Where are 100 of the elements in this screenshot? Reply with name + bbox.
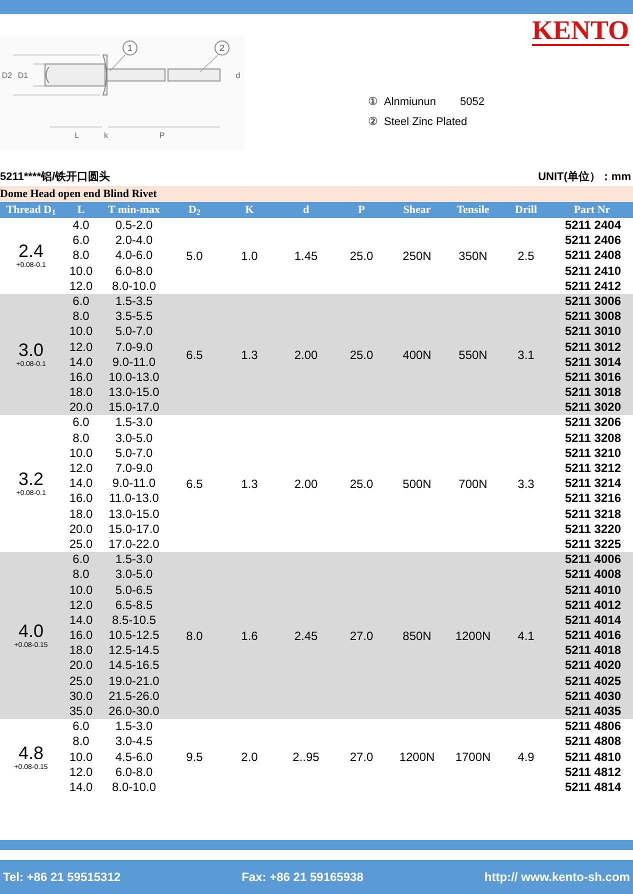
grip-range: 5.0-7.0 [115, 446, 153, 460]
part-number: 5211 3008 [564, 309, 621, 324]
grip-range: 15.0-17.0 [108, 522, 160, 536]
head-diameter: 6.5 [186, 476, 203, 493]
length-value: 18.0 [69, 643, 93, 658]
length-value: 25.0 [69, 674, 93, 688]
part-number: 5211 2408 [564, 248, 621, 262]
grip-range: 15.0-17.0 [108, 400, 160, 414]
part-number: 5211 3225 [564, 536, 621, 551]
part-number: 5211 4016 [564, 628, 621, 642]
dimension-label: L [74, 131, 80, 140]
grip-range: 3.0-5.0 [115, 430, 153, 445]
grip-range: 5.0-6.5 [115, 582, 153, 596]
dimension-label: P [159, 131, 165, 140]
length-value: 8.0 [72, 309, 90, 324]
part-number: 5211 4012 [564, 598, 621, 612]
grip-range: 11.0-13.0 [109, 491, 159, 506]
part-number: 5211 3214 [564, 476, 621, 490]
grip-range: 9.0-11.0 [112, 354, 156, 369]
part-number: 5211 4018 [564, 643, 621, 658]
material-name: Alnmiunun [384, 95, 437, 110]
shear-strength: 1200N [399, 749, 435, 766]
length-value: 12.0 [69, 764, 93, 779]
part-number: 5211 2410 [564, 264, 621, 278]
thread-size: 4.0 [18, 621, 44, 642]
head-height: 1.3 [241, 346, 258, 364]
grip-range: 9.0-11.0 [112, 476, 156, 490]
grip-range: 8.0-10.0 [112, 278, 156, 293]
grip-range: 19.0-21.0 [108, 674, 160, 688]
grip-range: 3.0-5.0 [115, 567, 153, 582]
part-number: 5211 4020 [564, 658, 621, 672]
length-value: 8.0 [72, 248, 90, 262]
website-address: http:// www.kento-sh.com [484, 869, 630, 886]
length-value: 12.0 [69, 278, 93, 293]
grip-range: 17.0-22.0 [108, 536, 160, 551]
grip-range: 7.0-9.0 [115, 340, 153, 354]
mandrel-length: 25.0 [350, 346, 374, 364]
column-header: P [358, 204, 365, 216]
part-number: 5211 4025 [564, 674, 621, 688]
grip-range: 6.0-8.0 [115, 764, 153, 779]
mandrel-diameter: 2..95 [292, 749, 320, 766]
legend-marker: ① [368, 95, 378, 110]
mandrel-diameter: 2.00 [294, 346, 318, 364]
length-value: 30.0 [69, 688, 93, 703]
grip-range: 21.5-26.0 [108, 688, 160, 703]
head-height: 1.0 [241, 248, 258, 265]
length-value: 10.0 [69, 264, 93, 278]
part-number: 5211 3218 [564, 506, 621, 521]
length-value: 20.0 [69, 522, 93, 536]
column-header: T min-max [108, 204, 160, 216]
column-header: K [245, 204, 254, 216]
tensile-strength: 700N [458, 476, 488, 493]
mandrel-length: 25.0 [350, 248, 374, 265]
length-value: 6.0 [72, 294, 90, 308]
dimension-label: D1 [18, 71, 28, 80]
length-value: 18.0 [69, 385, 93, 400]
grip-range: 1.5-3.0 [115, 552, 153, 566]
shear-strength: 400N [402, 346, 432, 364]
length-value: 6.0 [72, 719, 90, 734]
tensile-strength: 550N [458, 346, 488, 364]
callout-circle [122, 40, 138, 56]
drill-size: 2.5 [518, 248, 534, 265]
length-value: 16.0 [69, 370, 93, 384]
part-number: 5211 3220 [564, 522, 621, 536]
length-value: 14.0 [69, 780, 93, 794]
mandrel-diameter: 2.45 [294, 628, 318, 645]
part-number: 5211 3018 [564, 385, 621, 400]
head-height: 2.0 [241, 749, 258, 766]
length-value: 8.0 [72, 734, 90, 748]
part-number: 5211 4812 [564, 764, 621, 779]
shear-strength: 250N [402, 248, 432, 265]
grip-range: 6.5-8.5 [115, 598, 153, 612]
length-value: 20.0 [69, 400, 93, 414]
leader-line [110, 54, 126, 72]
length-value: 14.0 [69, 354, 93, 369]
part-number: 5211 4808 [564, 734, 621, 748]
grip-range: 1.5-3.0 [115, 719, 153, 734]
grip-range: 1.5-3.0 [115, 415, 153, 430]
head-diameter: 5.0 [186, 248, 203, 265]
part-number: 5211 3010 [564, 324, 621, 338]
grip-range: 10.5-12.5 [108, 628, 160, 642]
part-number: 5211 3014 [564, 354, 621, 369]
head-height: 1.3 [241, 476, 258, 493]
grip-range: 6.0-8.0 [115, 264, 153, 278]
column-header: D$_{2}$ [188, 204, 201, 216]
part-number: 5211 4008 [564, 567, 621, 582]
column-header: L [77, 204, 85, 216]
part-number: 5211 2412 [564, 278, 621, 293]
grip-range: 10.0-13.0 [108, 370, 160, 384]
legend-marker: ② [368, 114, 378, 130]
mandrel-length: 25.0 [350, 476, 374, 493]
brand-logo: KENTO [532, 16, 629, 46]
length-value: 16.0 [69, 491, 93, 506]
part-number: 5211 4006 [564, 552, 621, 566]
length-value: 10.0 [69, 750, 93, 764]
part-number: 5211 4035 [564, 704, 621, 718]
shear-strength: 500N [402, 476, 432, 493]
grip-range: 12.5-14.5 [108, 643, 160, 658]
part-number: 5211 3016 [564, 370, 621, 384]
length-value: 10.0 [69, 446, 93, 460]
